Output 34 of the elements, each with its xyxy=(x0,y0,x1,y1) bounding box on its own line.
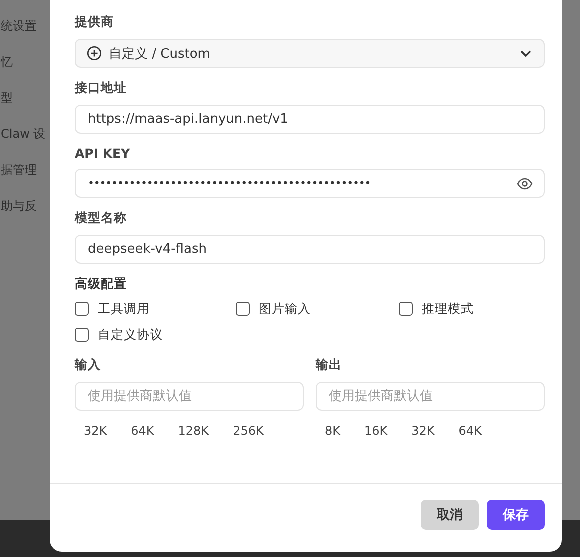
checkbox[interactable] xyxy=(75,328,89,342)
cancel-button[interactable]: 取消 xyxy=(421,500,479,530)
checkbox[interactable] xyxy=(75,302,89,316)
checkbox[interactable] xyxy=(236,302,250,316)
api-key-field[interactable]: •••••••••••••••••••••••••••••••••••••••••••••••• xyxy=(75,169,545,198)
input-field[interactable]: 使用提供商默认值 xyxy=(75,382,304,411)
input-field[interactable]: https://maas-api.lanyun.net/v1 xyxy=(75,105,545,134)
preset-option[interactable]: 64K xyxy=(450,422,490,440)
input-field[interactable]: 使用提供商默认值 xyxy=(316,382,545,411)
preset-option[interactable]: 256K xyxy=(225,422,272,440)
checkbox-label: 工具调用 xyxy=(98,300,150,318)
field-label: 提供商 xyxy=(75,14,114,31)
field-label: API KEY xyxy=(75,146,130,161)
preset-option[interactable]: 64K xyxy=(123,422,162,440)
preset-option[interactable]: 32K xyxy=(76,422,116,440)
checkbox[interactable] xyxy=(399,302,413,316)
field-label: 输出 xyxy=(316,357,342,374)
section-title: 高级配置 xyxy=(75,276,127,293)
preset-option[interactable]: 32K xyxy=(404,422,443,440)
plus-circle-icon xyxy=(87,46,102,61)
input-field[interactable]: deepseek-v4-flash xyxy=(75,235,545,264)
field-label: 输入 xyxy=(75,357,101,374)
checkbox-label: 推理模式 xyxy=(422,300,474,318)
field-label: 接口地址 xyxy=(75,80,127,97)
preset-option[interactable]: 128K xyxy=(170,422,218,440)
checkbox-label: 图片输入 xyxy=(259,300,311,318)
preset-option[interactable]: 8K xyxy=(317,422,349,440)
preset-option[interactable]: 16K xyxy=(356,422,396,440)
field-label: 模型名称 xyxy=(75,210,127,227)
checkbox-label: 自定义协议 xyxy=(98,326,163,344)
chevron-down-icon[interactable] xyxy=(520,50,532,58)
save-button[interactable]: 保存 xyxy=(487,500,545,530)
eye-icon[interactable] xyxy=(517,178,533,190)
provider-select[interactable]: 自定义 / Custom xyxy=(75,39,545,68)
